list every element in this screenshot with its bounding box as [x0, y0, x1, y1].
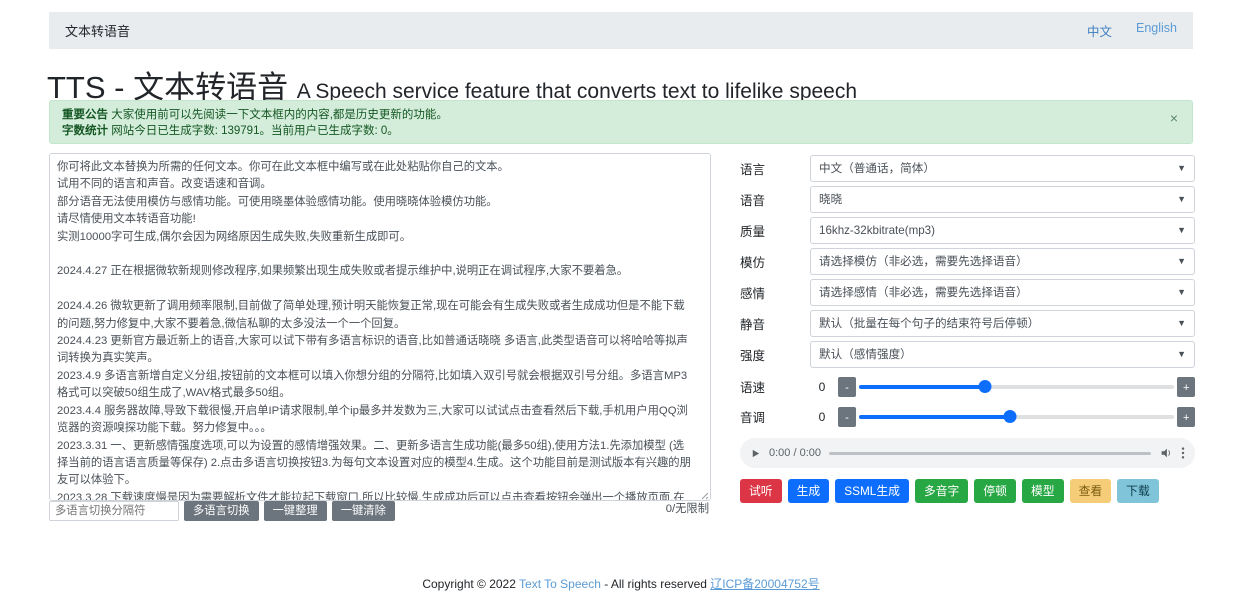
editor-column: 你可将此文本替换为所需的任何文本。你可在此文本框中编写或在此处粘贴你自己的文本。…: [49, 153, 711, 501]
footer: Copyright © 2022 Text To Speech - All ri…: [0, 575, 1242, 592]
volume-icon[interactable]: [1159, 446, 1173, 460]
field-silence: 静音 默认（批量在每个句子的结束符号后停顿） ▼: [740, 308, 1195, 339]
footer-icp-link[interactable]: 辽ICP备20004752号: [710, 577, 819, 591]
field-voice: 语音 晓晓 ▼: [740, 184, 1195, 215]
imitation-select[interactable]: 请选择模仿（非必选，需要先选择语音）: [810, 248, 1195, 275]
pitch-decrement-button[interactable]: -: [838, 406, 856, 427]
slider-speech-rate: 语速 0 - +: [740, 373, 1195, 400]
preview-button[interactable]: 试听: [740, 479, 782, 503]
pause-button[interactable]: 停顿: [974, 479, 1016, 503]
audio-time: 0:00 / 0:00: [769, 447, 821, 459]
speech-rate-track-fill: [859, 384, 985, 389]
generate-button[interactable]: 生成: [787, 479, 830, 503]
select-wrap-silence: 默认（批量在每个句子的结束符号后停顿） ▼: [810, 310, 1195, 337]
settings-panel: 语言 中文（普通话，简体） ▼ 语音 晓晓 ▼ 质量 16khz-32kbitr: [740, 153, 1195, 503]
audio-progress-bar[interactable]: [829, 451, 1151, 455]
polyphone-button[interactable]: 多音字: [914, 479, 969, 503]
voice-select[interactable]: 晓晓: [810, 186, 1195, 213]
label-pitch: 音调: [740, 411, 766, 425]
quality-select[interactable]: 16khz-32kbitrate(mp3): [810, 217, 1195, 244]
silence-select[interactable]: 默认（批量在每个句子的结束符号后停顿）: [810, 310, 1195, 337]
navbar-brand[interactable]: 文本转语音: [65, 21, 130, 40]
label-language: 语言: [740, 163, 766, 177]
pitch-thumb[interactable]: [1003, 410, 1017, 423]
select-wrap-imitation: 请选择模仿（非必选，需要先选择语音） ▼: [810, 248, 1195, 275]
wordcount-text: 网站今日已生成字数: 139791。当前用户已生成字数: 0。: [111, 125, 399, 137]
footer-link[interactable]: Text To Speech: [519, 577, 601, 591]
one-click-clear-button[interactable]: 一键清除: [331, 501, 395, 521]
value-speech-rate: 0: [818, 379, 826, 394]
close-icon[interactable]: ×: [1166, 109, 1182, 127]
more-options-icon[interactable]: [1181, 446, 1185, 460]
multi-language-switch-button[interactable]: 多语言切换: [184, 501, 259, 521]
model-button[interactable]: 模型: [1021, 479, 1064, 503]
play-icon[interactable]: [750, 448, 761, 459]
pitch-track[interactable]: [859, 407, 1174, 427]
audio-player[interactable]: 0:00 / 0:00: [740, 438, 1195, 468]
speech-rate-track[interactable]: [859, 377, 1174, 397]
slider-pitch: 音调 0 - +: [740, 403, 1195, 430]
view-button[interactable]: 查看: [1069, 479, 1112, 503]
label-silence: 静音: [740, 318, 766, 332]
nav-link-chinese[interactable]: 中文: [1087, 21, 1112, 40]
footer-middle: - All rights reserved: [600, 577, 711, 591]
editor-toolbar: 多语言切换 一键整理 一键清除: [49, 501, 711, 521]
tts-page: 文本转语音 中文 English TTS - 文本转语音 A Speech se…: [0, 0, 1242, 606]
label-speech-rate: 语速: [740, 381, 766, 395]
label-quality: 质量: [740, 225, 766, 239]
value-pitch: 0: [818, 409, 826, 424]
emotion-select[interactable]: 请选择感情（非必选，需要先选择语音）: [810, 279, 1195, 306]
announcement-label: 重要公告: [62, 109, 108, 121]
speech-rate-increment-button[interactable]: +: [1177, 376, 1195, 397]
navbar: 文本转语音 中文 English: [49, 12, 1193, 49]
label-intensity: 强度: [740, 349, 766, 363]
speech-rate-thumb[interactable]: [978, 380, 992, 393]
select-wrap-intensity: 默认（感情强度） ▼: [810, 341, 1195, 368]
announcement-alert: 重要公告 大家使用前可以先阅读一下文本框内的内容,都是历史更新的功能。 字数统计…: [49, 100, 1193, 144]
ssml-generate-button[interactable]: SSML生成: [835, 479, 909, 503]
field-imitation: 模仿 请选择模仿（非必选，需要先选择语音） ▼: [740, 246, 1195, 277]
speech-rate-decrement-button[interactable]: -: [838, 376, 856, 397]
field-intensity: 强度 默认（感情强度） ▼: [740, 339, 1195, 370]
text-input[interactable]: 你可将此文本替换为所需的任何文本。你可在此文本框中编写或在此处粘贴你自己的文本。…: [49, 153, 711, 501]
textarea-wrapper: 你可将此文本替换为所需的任何文本。你可在此文本框中编写或在此处粘贴你自己的文本。…: [49, 153, 711, 501]
announcement-text: 大家使用前可以先阅读一下文本框内的内容,都是历史更新的功能。: [111, 109, 448, 121]
footer-prefix: Copyright © 2022: [422, 577, 520, 591]
field-language: 语言 中文（普通话，简体） ▼: [740, 153, 1195, 184]
announcement-line: 重要公告 大家使用前可以先阅读一下文本框内的内容,都是历史更新的功能。: [62, 107, 1180, 123]
intensity-select[interactable]: 默认（感情强度）: [810, 341, 1195, 368]
select-wrap-language: 中文（普通话，简体） ▼: [810, 155, 1195, 182]
navbar-links: 中文 English: [1087, 21, 1177, 40]
label-voice: 语音: [740, 194, 766, 208]
select-wrap-voice: 晓晓 ▼: [810, 186, 1195, 213]
nav-link-english[interactable]: English: [1136, 21, 1177, 40]
wordcount-label: 字数统计: [62, 125, 108, 137]
field-emotion: 感情 请选择感情（非必选，需要先选择语音） ▼: [740, 277, 1195, 308]
action-buttons: 试听 生成 SSML生成 多音字 停顿 模型 查看 下载: [740, 479, 1195, 503]
wordcount-line: 字数统计 网站今日已生成字数: 139791。当前用户已生成字数: 0。: [62, 123, 1180, 139]
select-wrap-quality: 16khz-32kbitrate(mp3) ▼: [810, 217, 1195, 244]
select-wrap-emotion: 请选择感情（非必选，需要先选择语音） ▼: [810, 279, 1195, 306]
pitch-increment-button[interactable]: +: [1177, 406, 1195, 427]
field-quality: 质量 16khz-32kbitrate(mp3) ▼: [740, 215, 1195, 246]
separator-input[interactable]: [49, 501, 179, 521]
language-select[interactable]: 中文（普通话，简体）: [810, 155, 1195, 182]
label-emotion: 感情: [740, 287, 766, 301]
one-click-tidy-button[interactable]: 一键整理: [263, 501, 327, 521]
download-button[interactable]: 下载: [1117, 479, 1159, 503]
pitch-track-fill: [859, 414, 1011, 419]
label-imitation: 模仿: [740, 256, 766, 270]
